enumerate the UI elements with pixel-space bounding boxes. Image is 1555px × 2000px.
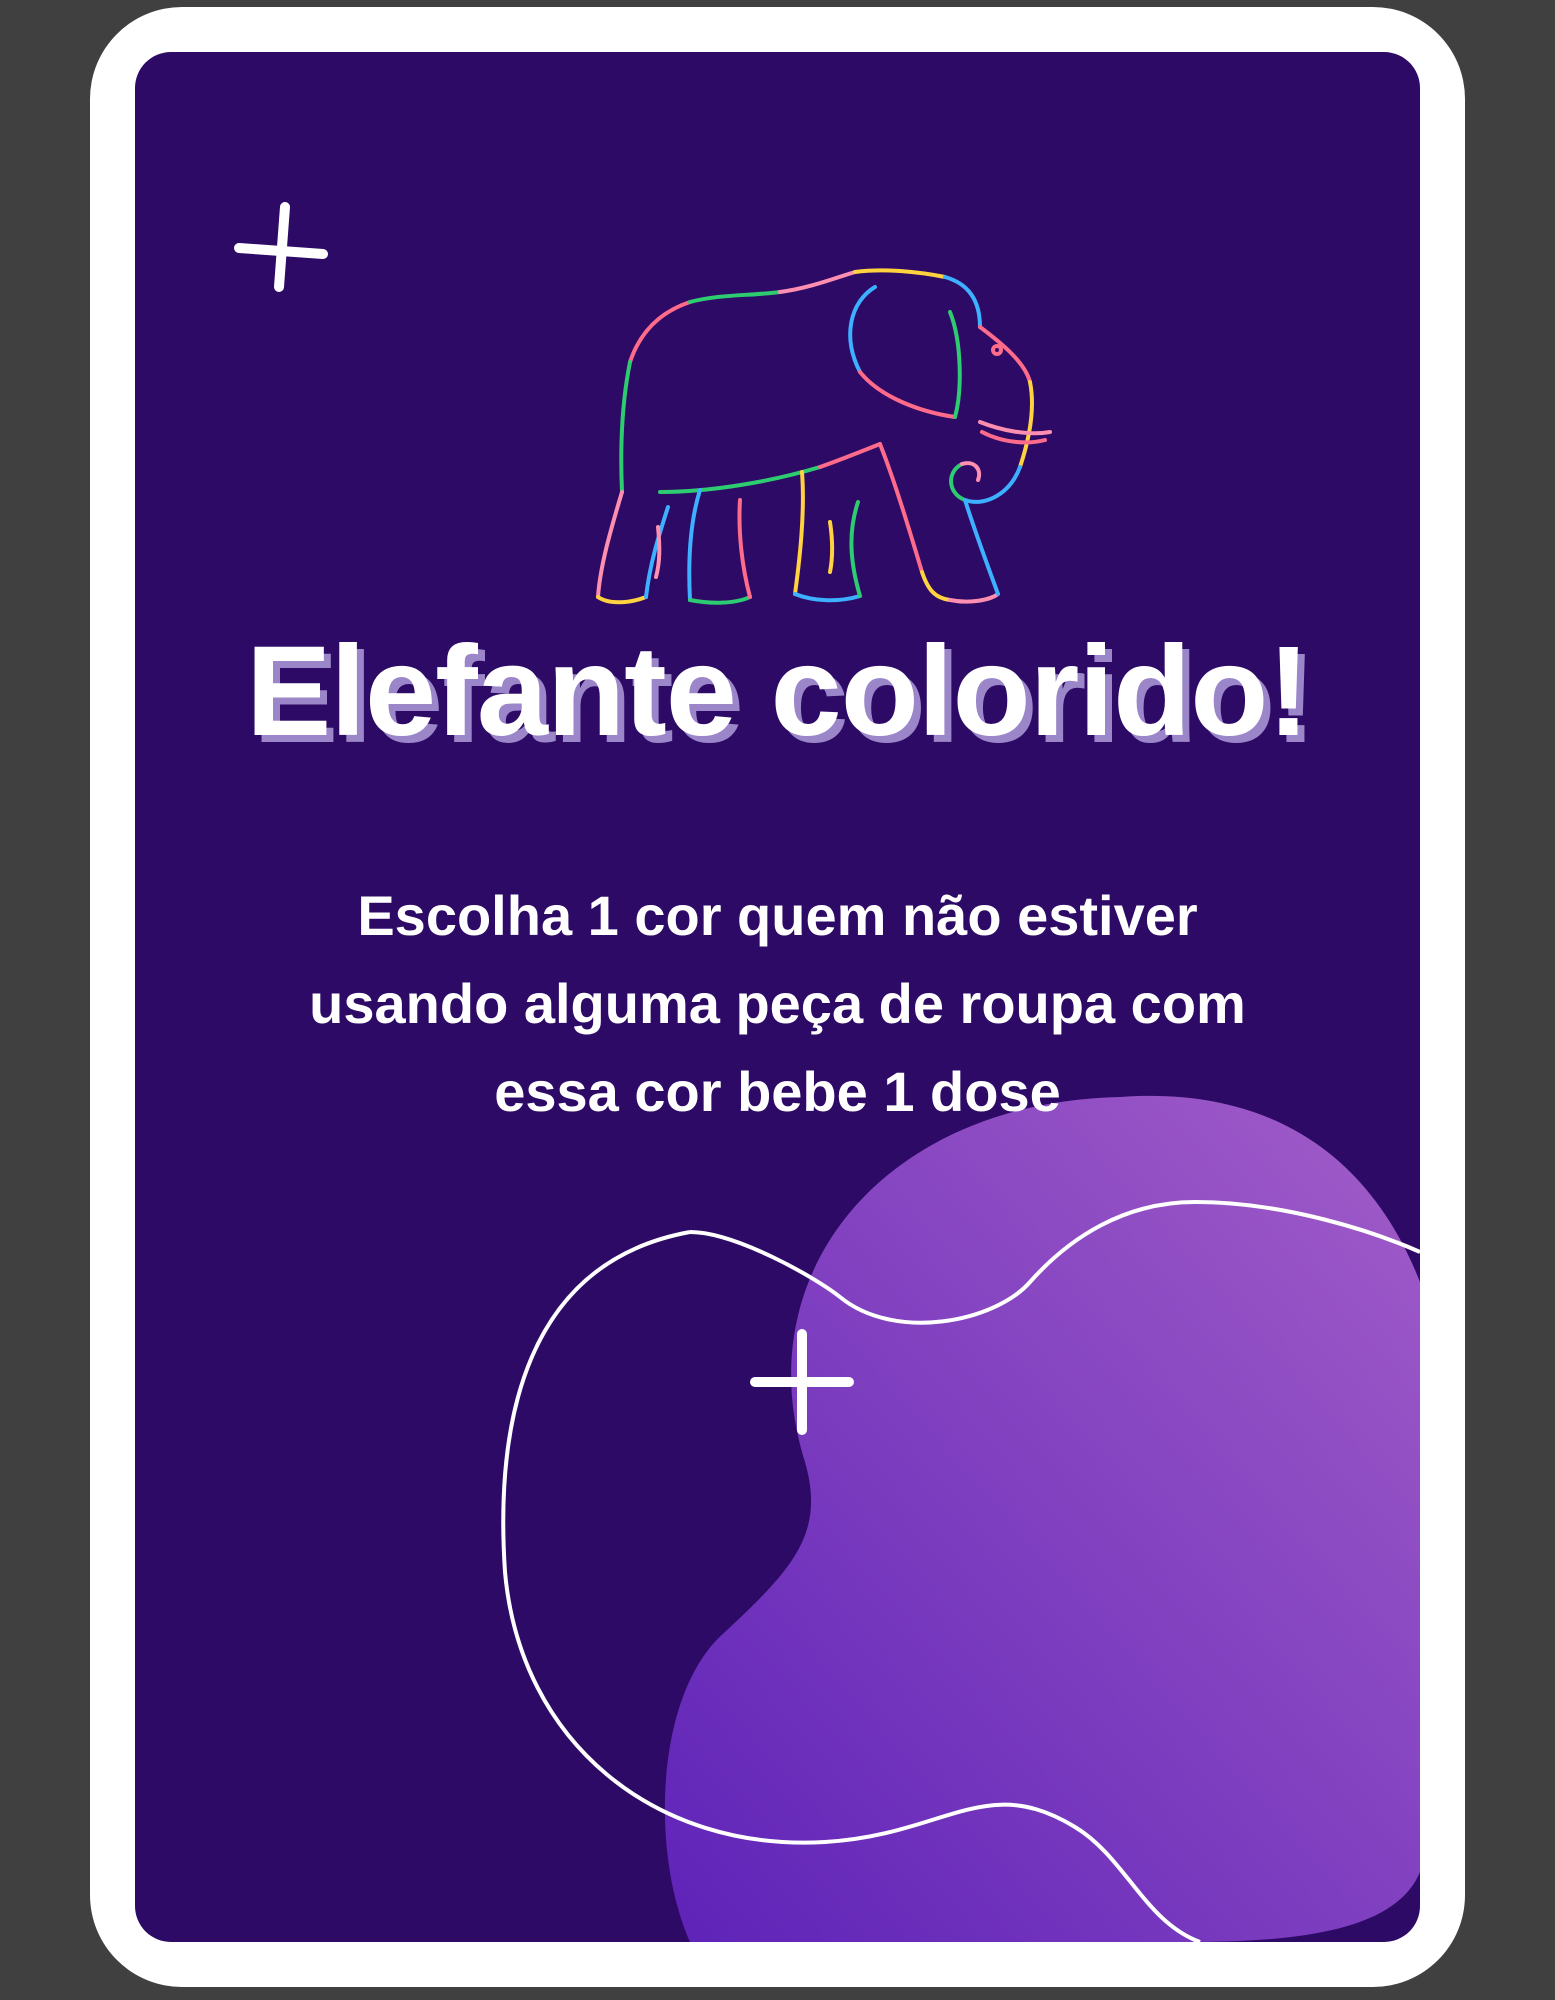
card-title: Elefante colorido! [246, 620, 1310, 763]
card-instruction: Escolha 1 cor quem não estiver usando al… [309, 884, 1246, 1123]
card: Elefante colorido! Escolha 1 cor quem nã… [135, 52, 1420, 1942]
purple-blob [664, 1095, 1420, 1942]
plus-sparkle-icon [234, 202, 328, 292]
elephant-icon [596, 268, 1052, 605]
